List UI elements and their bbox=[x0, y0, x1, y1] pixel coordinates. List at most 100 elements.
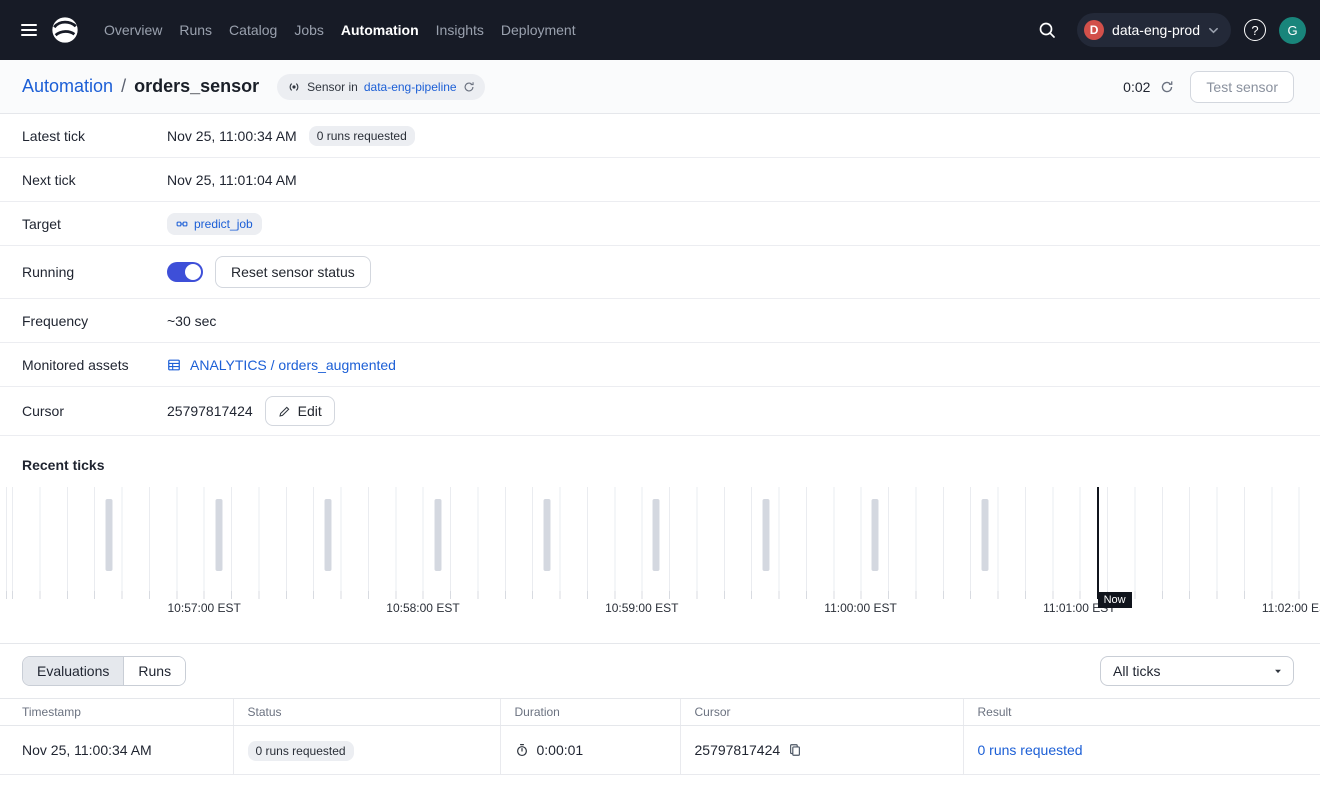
copy-icon bbox=[788, 743, 802, 757]
nav-item-runs[interactable]: Runs bbox=[179, 22, 212, 38]
edit-button-label: Edit bbox=[298, 403, 322, 419]
cursor-value: 25797817424 bbox=[167, 403, 253, 419]
detail-row-latest-tick: Latest tick Nov 25, 11:00:34 AM 0 runs r… bbox=[0, 114, 1320, 158]
target-job-name: predict_job bbox=[194, 217, 253, 231]
axis-label: 10:57:00 EST bbox=[168, 601, 241, 615]
caret-down-icon bbox=[1273, 666, 1283, 676]
row-timestamp: Nov 25, 11:00:34 AM bbox=[22, 742, 152, 758]
sensor-badge-text: Sensor in bbox=[307, 80, 358, 94]
dagster-logo-icon bbox=[50, 15, 80, 45]
top-navbar: Overview Runs Catalog Jobs Automation In… bbox=[0, 0, 1320, 60]
navbar-right-cluster: D data-eng-prod ? G bbox=[1030, 13, 1306, 47]
tick-bar[interactable] bbox=[872, 499, 879, 571]
tick-filter-select[interactable]: All ticks bbox=[1100, 656, 1294, 686]
frequency-label: Frequency bbox=[22, 313, 167, 329]
search-button[interactable] bbox=[1030, 13, 1064, 47]
refresh-countdown: 0:02 bbox=[1123, 79, 1150, 95]
detail-row-target: Target predict_job bbox=[0, 202, 1320, 246]
target-job-chip[interactable]: predict_job bbox=[167, 213, 262, 235]
test-sensor-button[interactable]: Test sensor bbox=[1190, 71, 1294, 103]
row-cursor: 25797817424 bbox=[695, 742, 781, 758]
hamburger-icon bbox=[19, 20, 39, 40]
hamburger-menu-button[interactable] bbox=[12, 13, 46, 47]
nav-item-jobs[interactable]: Jobs bbox=[294, 22, 324, 38]
evaluations-table: Timestamp Status Duration Cursor Result … bbox=[0, 698, 1320, 775]
column-header-status: Status bbox=[233, 699, 500, 726]
detail-row-running: Running Reset sensor status bbox=[0, 246, 1320, 299]
nav-item-catalog[interactable]: Catalog bbox=[229, 22, 277, 38]
edit-cursor-button[interactable]: Edit bbox=[265, 396, 335, 426]
frequency-value: ~30 sec bbox=[167, 313, 216, 329]
sensor-details-panel: Latest tick Nov 25, 11:00:34 AM 0 runs r… bbox=[0, 114, 1320, 436]
monitored-asset-link[interactable]: ANALYTICS / orders_augmented bbox=[167, 357, 396, 373]
tick-bar[interactable] bbox=[215, 499, 222, 571]
deployment-badge: D bbox=[1084, 20, 1104, 40]
tick-bar[interactable] bbox=[434, 499, 441, 571]
tick-bar[interactable] bbox=[981, 499, 988, 571]
monitored-assets-label: Monitored assets bbox=[22, 357, 167, 373]
copy-cursor-button[interactable] bbox=[788, 743, 802, 757]
deployment-switcher[interactable]: D data-eng-prod bbox=[1077, 13, 1231, 47]
row-result-link[interactable]: 0 runs requested bbox=[978, 742, 1083, 758]
dagster-logo[interactable] bbox=[50, 15, 80, 45]
page-title: orders_sensor bbox=[134, 76, 259, 97]
sensor-location-badge: Sensor in data-eng-pipeline bbox=[277, 74, 484, 100]
cursor-label: Cursor bbox=[22, 403, 167, 419]
column-header-duration: Duration bbox=[500, 699, 680, 726]
recent-ticks-title: Recent ticks bbox=[0, 436, 1320, 487]
tick-bar[interactable] bbox=[653, 499, 660, 571]
primary-nav: Overview Runs Catalog Jobs Automation In… bbox=[104, 22, 576, 38]
now-chip: Now bbox=[1098, 592, 1132, 608]
refresh-icon[interactable] bbox=[1160, 80, 1174, 94]
nav-item-automation[interactable]: Automation bbox=[341, 22, 419, 38]
code-location-link[interactable]: data-eng-pipeline bbox=[364, 80, 457, 94]
reset-sensor-status-button[interactable]: Reset sensor status bbox=[215, 256, 371, 288]
page-header: Automation / orders_sensor Sensor in dat… bbox=[0, 60, 1320, 114]
nav-item-insights[interactable]: Insights bbox=[436, 22, 484, 38]
help-label: ? bbox=[1251, 23, 1258, 38]
detail-row-next-tick: Next tick Nov 25, 11:01:04 AM bbox=[0, 158, 1320, 202]
recent-ticks-chart: 10:57:00 EST10:58:00 EST10:59:00 EST11:0… bbox=[0, 487, 1320, 619]
breadcrumb: Automation / orders_sensor bbox=[22, 76, 259, 97]
monitored-asset-name: ANALYTICS / orders_augmented bbox=[190, 357, 396, 373]
user-avatar[interactable]: G bbox=[1279, 17, 1306, 44]
tick-chart-grid bbox=[0, 487, 1320, 591]
job-icon bbox=[176, 218, 188, 230]
next-tick-label: Next tick bbox=[22, 172, 167, 188]
detail-row-cursor: Cursor 25797817424 Edit bbox=[0, 387, 1320, 436]
now-line bbox=[1097, 487, 1099, 599]
breadcrumb-separator: / bbox=[121, 76, 126, 97]
latest-tick-status-badge: 0 runs requested bbox=[309, 126, 415, 146]
breadcrumb-automation-link[interactable]: Automation bbox=[22, 76, 113, 97]
header-right-cluster: 0:02 Test sensor bbox=[1123, 71, 1294, 103]
detail-row-monitored-assets: Monitored assets ANALYTICS / orders_augm… bbox=[0, 343, 1320, 387]
row-status-badge: 0 runs requested bbox=[248, 741, 354, 761]
stopwatch-icon bbox=[515, 743, 529, 757]
tick-bar[interactable] bbox=[106, 499, 113, 571]
evaluations-toolbar: Evaluations Runs All ticks bbox=[0, 644, 1320, 698]
chevron-down-icon bbox=[1208, 25, 1219, 36]
tick-bar[interactable] bbox=[762, 499, 769, 571]
avatar-initial: G bbox=[1287, 23, 1297, 38]
deployment-name: data-eng-prod bbox=[1112, 22, 1200, 38]
column-header-result: Result bbox=[963, 699, 1320, 726]
tab-runs[interactable]: Runs bbox=[123, 657, 185, 685]
help-button[interactable]: ? bbox=[1244, 19, 1266, 41]
axis-label: 10:59:00 EST bbox=[605, 601, 678, 615]
tick-filter-value: All ticks bbox=[1113, 663, 1160, 679]
axis-label: 11:02:00 EST bbox=[1262, 601, 1320, 615]
tick-bar[interactable] bbox=[325, 499, 332, 571]
table-header-row: Timestamp Status Duration Cursor Result bbox=[0, 699, 1320, 726]
nav-item-deployment[interactable]: Deployment bbox=[501, 22, 576, 38]
tab-evaluations[interactable]: Evaluations bbox=[23, 657, 123, 685]
column-header-timestamp: Timestamp bbox=[0, 699, 233, 726]
nav-item-overview[interactable]: Overview bbox=[104, 22, 162, 38]
column-header-cursor: Cursor bbox=[680, 699, 963, 726]
sensor-icon bbox=[287, 80, 301, 94]
tick-bar[interactable] bbox=[543, 499, 550, 571]
running-toggle[interactable] bbox=[167, 262, 203, 282]
running-label: Running bbox=[22, 264, 167, 280]
detail-row-frequency: Frequency ~30 sec bbox=[0, 299, 1320, 343]
reload-icon[interactable] bbox=[463, 81, 475, 93]
latest-tick-label: Latest tick bbox=[22, 128, 167, 144]
